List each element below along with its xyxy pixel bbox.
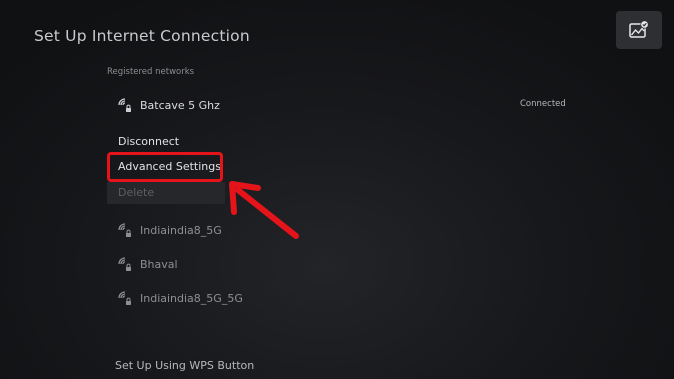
network-name: Bhaval	[140, 257, 178, 271]
wps-setup-option[interactable]: Set Up Using WPS Button	[115, 359, 254, 372]
network-name: Batcave 5 Ghz	[140, 98, 220, 112]
wifi-lock-icon	[118, 291, 131, 305]
pointer-arrow	[229, 181, 299, 239]
wifi-lock-icon	[118, 223, 131, 237]
registered-networks-label: Registered networks	[107, 67, 195, 77]
wifi-lock-icon	[118, 98, 131, 112]
network-item-batcave[interactable]: Batcave 5 Ghz	[118, 97, 220, 113]
network-item-bhaval[interactable]: Bhaval	[118, 256, 178, 272]
disconnect-option[interactable]: Disconnect	[107, 131, 225, 153]
delete-option[interactable]: Delete	[107, 182, 225, 204]
network-item-indiaindia8-5g-5g[interactable]: Indiaindia8_5G_5G	[118, 290, 243, 306]
network-item-indiaindia8-5g[interactable]: Indiaindia8_5G	[118, 222, 222, 238]
image-check-icon	[629, 20, 649, 38]
connection-status: Connected	[520, 99, 566, 109]
wifi-lock-icon	[118, 257, 131, 271]
network-name: Indiaindia8_5G_5G	[140, 291, 243, 305]
page-title: Set Up Internet Connection	[34, 27, 250, 45]
top-right-image-button[interactable]	[616, 11, 662, 49]
highlight-box	[107, 152, 223, 182]
network-name: Indiaindia8_5G	[140, 223, 222, 237]
